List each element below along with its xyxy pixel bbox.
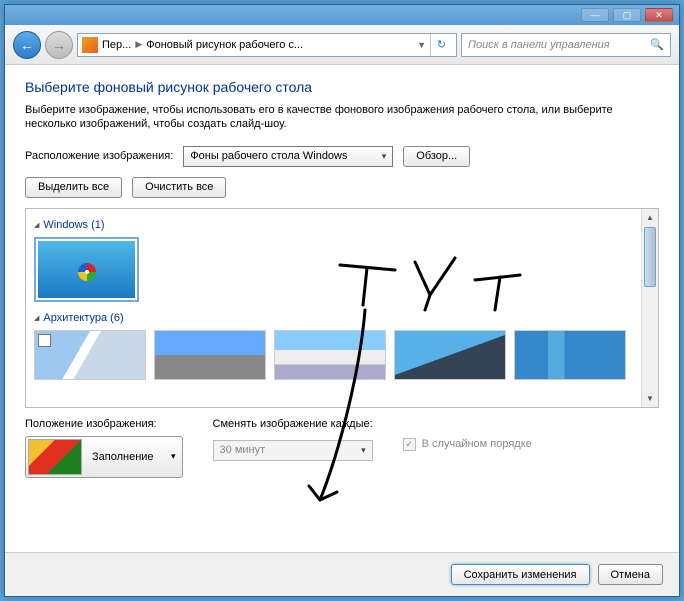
- clear-all-button[interactable]: Очистить все: [132, 177, 226, 198]
- breadcrumb-item[interactable]: Фоновый рисунок рабочего с...: [146, 39, 303, 51]
- interval-combo: 30 минут: [213, 440, 373, 461]
- page-title: Выберите фоновый рисунок рабочего стола: [25, 79, 659, 95]
- position-picker[interactable]: Заполнение: [25, 436, 183, 478]
- scroll-thumb[interactable]: [644, 227, 656, 287]
- position-value: Заполнение: [84, 451, 162, 463]
- shuffle-checkbox: ✓: [403, 438, 416, 451]
- forward-button: →: [45, 31, 73, 59]
- scroll-down-icon[interactable]: ▼: [642, 390, 658, 407]
- chevron-right-icon: ▶: [135, 39, 142, 50]
- position-label: Положение изображения:: [25, 418, 183, 430]
- dialog-footer: Сохранить изменения Отмена: [5, 552, 679, 596]
- position-thumb-icon: [28, 439, 82, 475]
- scroll-up-icon[interactable]: ▲: [642, 209, 658, 226]
- search-placeholder: Поиск в панели управления: [468, 39, 610, 51]
- thumb-image-icon: [38, 241, 135, 298]
- breadcrumb-item[interactable]: Пер...: [102, 39, 131, 51]
- wallpaper-thumb[interactable]: [514, 330, 626, 380]
- wallpaper-thumb[interactable]: [394, 330, 506, 380]
- maximize-button[interactable]: ▢: [613, 8, 641, 22]
- browse-button[interactable]: Обзор...: [403, 146, 470, 167]
- address-bar[interactable]: Пер... ▶ Фоновый рисунок рабочего с... ▼…: [77, 33, 457, 57]
- chevron-down-icon[interactable]: ▼: [417, 40, 426, 50]
- minimize-button[interactable]: —: [581, 8, 609, 22]
- wallpaper-thumb[interactable]: ✓: [34, 237, 139, 302]
- save-button[interactable]: Сохранить изменения: [451, 564, 590, 585]
- wallpaper-thumb[interactable]: [274, 330, 386, 380]
- content-area: Выберите фоновый рисунок рабочего стола …: [5, 65, 679, 555]
- interval-label: Сменять изображение каждые:: [213, 418, 373, 430]
- search-input[interactable]: Поиск в панели управления 🔍: [461, 33, 671, 57]
- location-label: Расположение изображения:: [25, 150, 173, 162]
- close-button[interactable]: ✕: [645, 8, 673, 22]
- location-combo[interactable]: Фоны рабочего стола Windows: [183, 146, 393, 167]
- cancel-button[interactable]: Отмена: [598, 564, 663, 585]
- refresh-icon[interactable]: ↻: [430, 34, 452, 56]
- navigation-bar: ← → Пер... ▶ Фоновый рисунок рабочего с.…: [5, 25, 679, 65]
- page-description: Выберите изображение, чтобы использовать…: [25, 103, 659, 132]
- wallpaper-gallery: Windows (1) ✓ Архитектура (6): [25, 208, 659, 408]
- titlebar: — ▢ ✕: [5, 5, 679, 25]
- select-all-button[interactable]: Выделить все: [25, 177, 122, 198]
- wallpaper-thumb[interactable]: [154, 330, 266, 380]
- window-frame: — ▢ ✕ ← → Пер... ▶ Фоновый рисунок рабоч…: [4, 4, 680, 597]
- wallpaper-thumb[interactable]: [34, 330, 146, 380]
- shuffle-option: ✓ В случайном порядке: [403, 438, 532, 451]
- thumb-checkbox[interactable]: [38, 334, 51, 347]
- back-button[interactable]: ←: [13, 31, 41, 59]
- group-header[interactable]: Архитектура (6): [34, 312, 638, 324]
- shuffle-label: В случайном порядке: [422, 438, 532, 450]
- group-header[interactable]: Windows (1): [34, 219, 638, 231]
- location-icon: [82, 37, 98, 53]
- search-icon: 🔍: [650, 38, 664, 51]
- vertical-scrollbar[interactable]: ▲ ▼: [641, 209, 658, 407]
